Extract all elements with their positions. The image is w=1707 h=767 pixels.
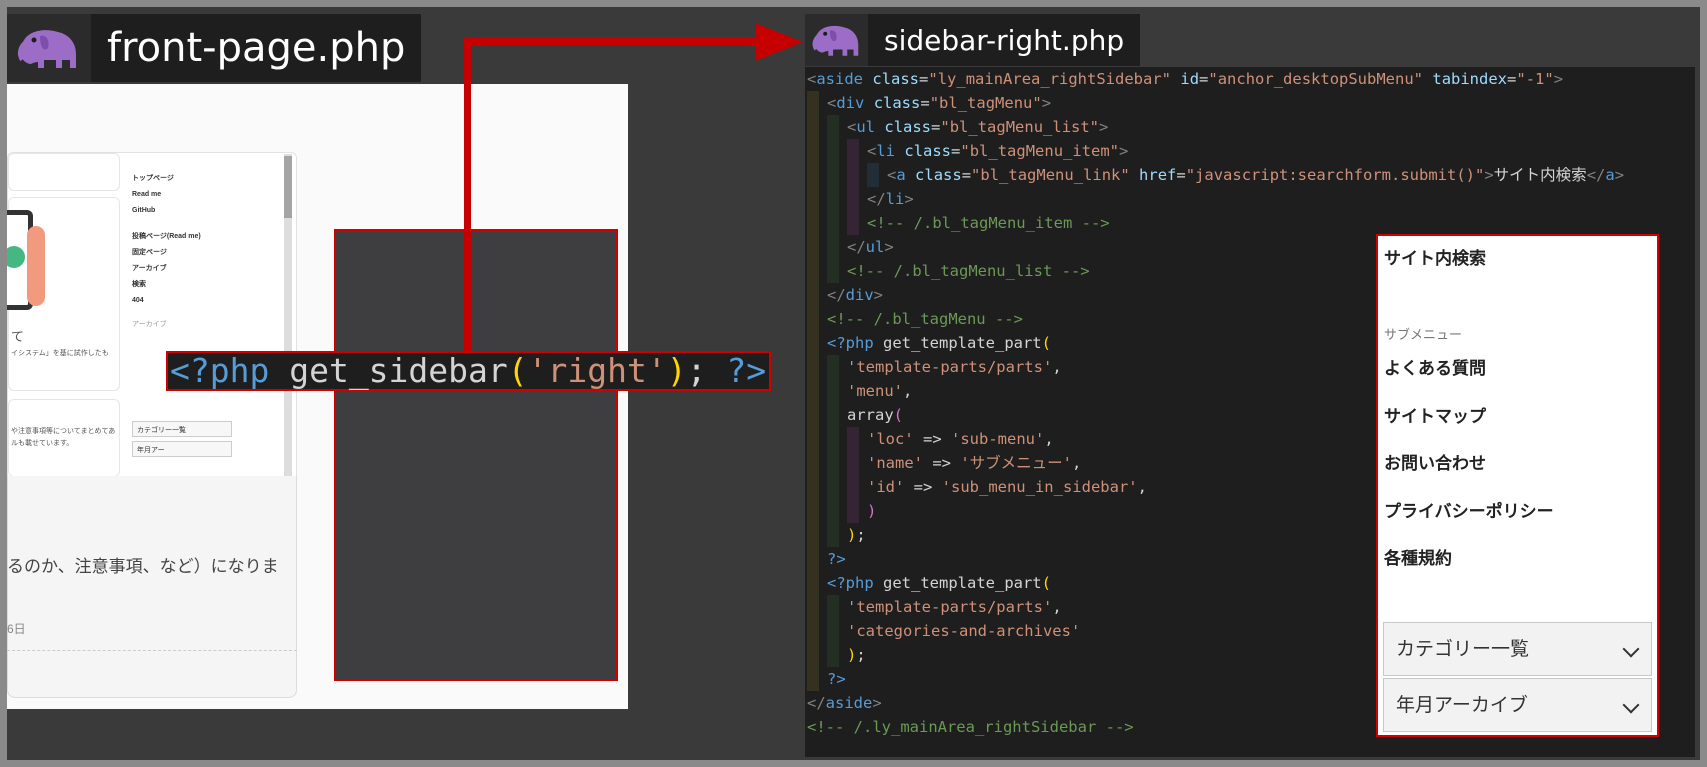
paren: ) xyxy=(666,351,687,390)
menu-item[interactable]: トップページ xyxy=(132,171,262,187)
menu-item[interactable]: Read me xyxy=(132,187,262,203)
menu-item[interactable]: 検索 xyxy=(132,277,262,293)
code-line: </div> xyxy=(827,286,884,304)
category-list-select[interactable]: カテゴリー一覧 xyxy=(1383,622,1652,676)
code-line: <div class="bl_tagMenu"> xyxy=(827,94,1052,112)
code-line: ); xyxy=(847,646,866,664)
article-excerpt: るのか、注意事項、など）になりま xyxy=(7,557,279,577)
code-line: </li> xyxy=(867,190,914,208)
select-value: 年月アーカイブ xyxy=(1396,694,1528,716)
code-line: </ul> xyxy=(847,238,894,256)
submenu-item-terms[interactable]: 各種規約 xyxy=(1384,544,1452,569)
rendered-sidebar: サイト内検索 サブメニュー よくある質問 サイトマップ お問い合わせ プライバシ… xyxy=(1376,234,1659,737)
card-excerpt: や注意事項等についてまとめてあ xyxy=(11,428,116,435)
submenu-item-privacy[interactable]: プライバシーポリシー xyxy=(1384,497,1554,522)
code-line: <ul class="bl_tagMenu_list"> xyxy=(847,118,1109,136)
menu-item[interactable]: 投稿ページ(Read me) xyxy=(132,229,262,245)
menu-item[interactable]: 404 xyxy=(132,293,262,309)
menu-item[interactable]: アーカイブ xyxy=(132,261,262,277)
semicolon: ; xyxy=(686,351,707,390)
code-comment: <!-- /.bl_tagMenu_list --> xyxy=(847,262,1090,280)
archive-label: アーカイブ xyxy=(132,321,167,328)
code-line: 'name' => 'サブメニュー', xyxy=(867,454,1082,472)
code-line: <?php get_template_part( xyxy=(827,574,1051,592)
code-line: <aside class="ly_mainArea_rightSidebar" … xyxy=(807,70,1564,88)
php-elephant-icon xyxy=(805,14,868,66)
code-comment: <!-- /.bl_tagMenu_item --> xyxy=(867,214,1110,232)
submenu-item-contact[interactable]: お問い合わせ xyxy=(1384,449,1486,474)
menu-item[interactable]: GitHub xyxy=(132,203,262,219)
paren: ( xyxy=(507,351,528,390)
code-line: 'menu', xyxy=(847,382,913,400)
code-line: 'template-parts/parts', xyxy=(847,598,1062,616)
code-comment: <!-- /.ly_mainArea_rightSidebar --> xyxy=(807,718,1134,736)
article-card xyxy=(7,476,297,698)
php-close-tag: ?> xyxy=(706,351,767,390)
file-tab-sidebar-right: sidebar-right.php xyxy=(805,14,1141,66)
file-name: sidebar-right.php xyxy=(884,23,1125,57)
article-date: 6日 xyxy=(7,622,26,636)
hand-illustration-icon xyxy=(27,226,45,306)
chevron-down-icon xyxy=(1622,696,1640,714)
category-select[interactable]: カテゴリー一覧 xyxy=(132,421,232,437)
list-item: て イシステム」を基に試作したも xyxy=(7,197,120,391)
list-item: や注意事項等についてまとめてあ ルも載せています。 xyxy=(8,399,120,477)
menu-item[interactable]: 固定ページ xyxy=(132,245,262,261)
submenu-heading: サブメニュー xyxy=(1384,328,1463,343)
code-line: 'template-parts/parts', xyxy=(847,358,1062,376)
monthly-archive-select[interactable]: 年月アーカイブ xyxy=(1383,678,1652,732)
site-search-link[interactable]: サイト内検索 xyxy=(1384,244,1486,269)
php-elephant-icon xyxy=(7,14,91,82)
code-line: </aside> xyxy=(807,694,882,712)
code-line: <?php get_template_part( xyxy=(827,334,1051,352)
front-page-preview: て イシステム」を基に試作したも や注意事項等についてまとめてあ ルも載せていま… xyxy=(7,84,628,709)
arrow-line xyxy=(464,38,762,45)
card-excerpt: ルも載せています。 xyxy=(11,440,74,447)
code-line: ) xyxy=(867,502,877,520)
code-line: 'categories-and-archives' xyxy=(847,622,1081,640)
select-value: カテゴリー一覧 xyxy=(1396,638,1530,660)
code-line: <li class="bl_tagMenu_item"> xyxy=(867,142,1129,160)
function-name: get_sidebar xyxy=(269,351,508,390)
code-line: 'id' => 'sub_menu_in_sidebar', xyxy=(867,478,1147,496)
list-item xyxy=(8,153,120,191)
code-line: array( xyxy=(847,406,904,424)
sidebar-placeholder xyxy=(334,229,618,681)
code-comment: <!-- /.bl_tagMenu --> xyxy=(827,310,1023,328)
divider xyxy=(7,650,297,651)
chevron-down-icon xyxy=(1622,640,1640,658)
code-line: <a class="bl_tagMenu_link" href="javascr… xyxy=(887,166,1625,184)
archive-select[interactable]: 年月アー xyxy=(132,441,232,457)
card-title: て xyxy=(11,329,25,344)
get-sidebar-snippet: <?php get_sidebar('right'); ?> xyxy=(166,351,771,391)
card-excerpt: イシステム」を基に試作したも xyxy=(11,350,109,357)
file-name: front-page.php xyxy=(107,25,406,71)
string-arg: 'right' xyxy=(527,351,667,390)
arrow-line xyxy=(464,38,471,354)
arrow-head-icon xyxy=(755,23,803,61)
code-line: ?> xyxy=(827,670,846,688)
code-line: 'loc' => 'sub-menu', xyxy=(867,430,1054,448)
submenu-item-sitemap[interactable]: サイトマップ xyxy=(1384,402,1486,427)
scrollbar-thumb[interactable] xyxy=(284,156,292,218)
file-tab-front-page: front-page.php xyxy=(7,14,422,82)
php-open-tag: <?php xyxy=(170,351,270,390)
code-line: ?> xyxy=(827,550,846,568)
code-line: ); xyxy=(847,526,866,544)
preview-menu: トップページ Read me GitHub 投稿ページ(Read me) 固定ペ… xyxy=(132,171,262,333)
submenu-item-faq[interactable]: よくある質問 xyxy=(1384,354,1486,379)
